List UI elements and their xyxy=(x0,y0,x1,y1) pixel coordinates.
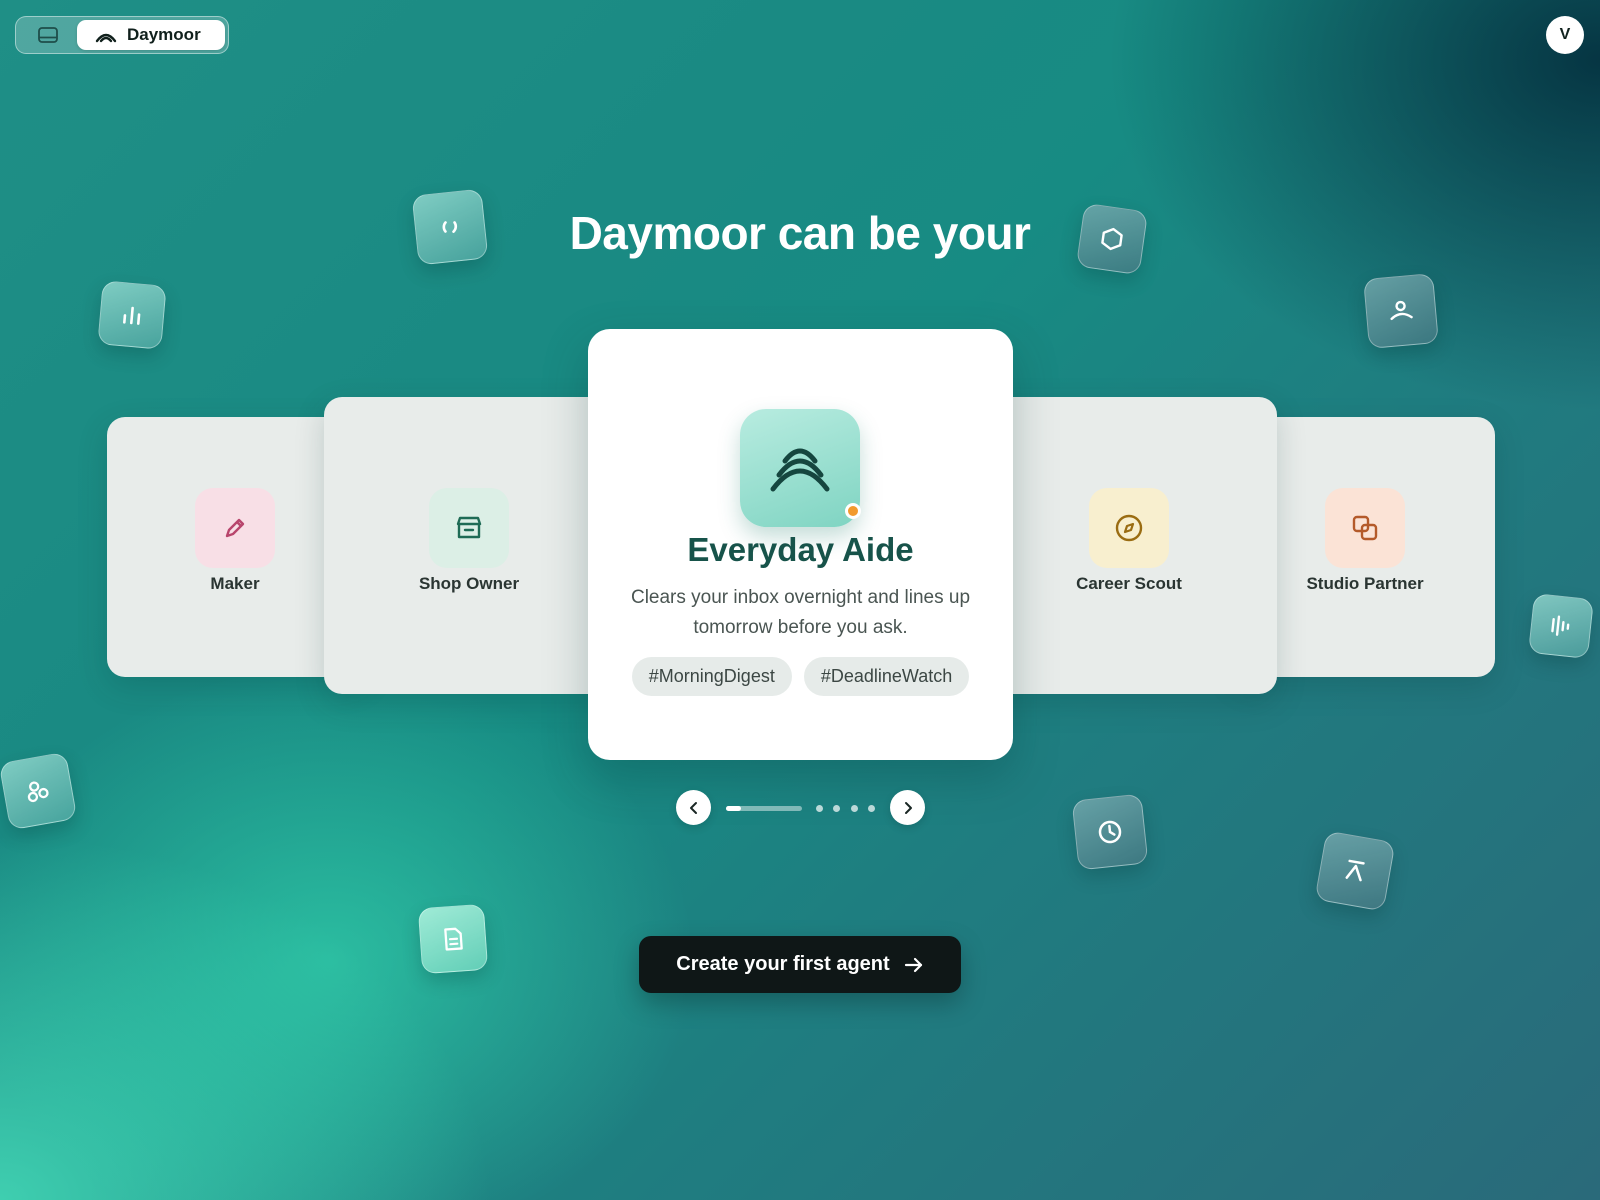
carousel-progress xyxy=(726,806,802,811)
card-label-career-scout: Career Scout xyxy=(1076,574,1182,593)
card-label-shop-owner: Shop Owner xyxy=(418,574,520,593)
chevron-left-icon xyxy=(689,801,697,814)
upward-caret-icon xyxy=(1345,859,1365,882)
hexagon-icon xyxy=(1101,227,1123,251)
daymoor-logo-icon xyxy=(95,33,117,43)
shop-owner-icon-tile xyxy=(429,488,509,568)
floating-refresh-tile xyxy=(411,188,489,266)
document-icon xyxy=(444,927,463,951)
carousel-progress-fill xyxy=(726,806,742,811)
arrow-right-icon xyxy=(904,957,922,972)
brand-tab[interactable]: Daymoor xyxy=(77,20,225,50)
floating-bars-tile xyxy=(97,280,167,350)
floating-waveform-tile xyxy=(1528,593,1594,659)
featured-title: Everyday Aide xyxy=(687,531,914,568)
featured-description: Clears your inbox overnight and lines up… xyxy=(630,587,971,638)
studio-partner-icon-tile xyxy=(1325,488,1405,568)
featured-tags: #MorningDigest #DeadlineWatch xyxy=(588,657,1013,696)
bar-chart-icon xyxy=(123,306,141,325)
page-headline: Daymoor can be your xyxy=(569,207,1031,259)
create-agent-button[interactable]: Create your first agent xyxy=(639,936,961,993)
daymoor-waves-icon xyxy=(770,448,830,492)
maker-icon-tile xyxy=(195,488,275,568)
status-dot xyxy=(845,503,861,519)
floating-circles-tile xyxy=(0,751,78,831)
floating-hexagon-tile xyxy=(1075,202,1149,276)
tag-deadline-watch[interactable]: #DeadlineWatch xyxy=(803,657,970,696)
pager-dot[interactable] xyxy=(833,805,840,812)
card-label-maker: Maker xyxy=(210,574,260,593)
tag-morning-digest[interactable]: #MorningDigest xyxy=(631,657,792,696)
floating-arrow-up-tile xyxy=(1314,830,1396,912)
featured-icon-tile xyxy=(740,409,860,527)
pager-dot[interactable] xyxy=(851,805,858,812)
chevron-right-icon xyxy=(904,801,912,814)
pager-dot[interactable] xyxy=(816,805,823,812)
compass-icon xyxy=(1115,514,1143,542)
create-agent-label: Create your first agent xyxy=(676,953,890,975)
floating-clock-tile xyxy=(1071,793,1149,871)
pencil-icon xyxy=(225,518,245,538)
career-scout-icon-tile xyxy=(1089,488,1169,568)
waveform-icon xyxy=(1551,615,1570,636)
previous-button[interactable] xyxy=(676,790,711,825)
card-label-studio-partner: Studio Partner xyxy=(1306,574,1424,593)
layout-toggle-button[interactable] xyxy=(19,20,77,50)
app-switcher: Daymoor xyxy=(15,16,229,54)
user-avatar[interactable]: V xyxy=(1546,16,1584,54)
floating-document-tile xyxy=(417,903,489,975)
pager-dot[interactable] xyxy=(868,805,875,812)
overlap-squares-icon xyxy=(1352,515,1378,541)
person-icon xyxy=(1390,300,1413,321)
three-circles-icon xyxy=(27,781,49,803)
featured-card[interactable]: Everyday Aide Clears your inbox overnigh… xyxy=(588,329,1013,760)
clock-icon xyxy=(1098,820,1122,844)
refresh-icon xyxy=(442,221,458,233)
brand-name: Daymoor xyxy=(127,25,201,44)
panel-layout-icon xyxy=(38,27,58,43)
next-button[interactable] xyxy=(890,790,925,825)
floating-person-tile xyxy=(1363,273,1439,349)
storefront-icon xyxy=(456,516,482,539)
